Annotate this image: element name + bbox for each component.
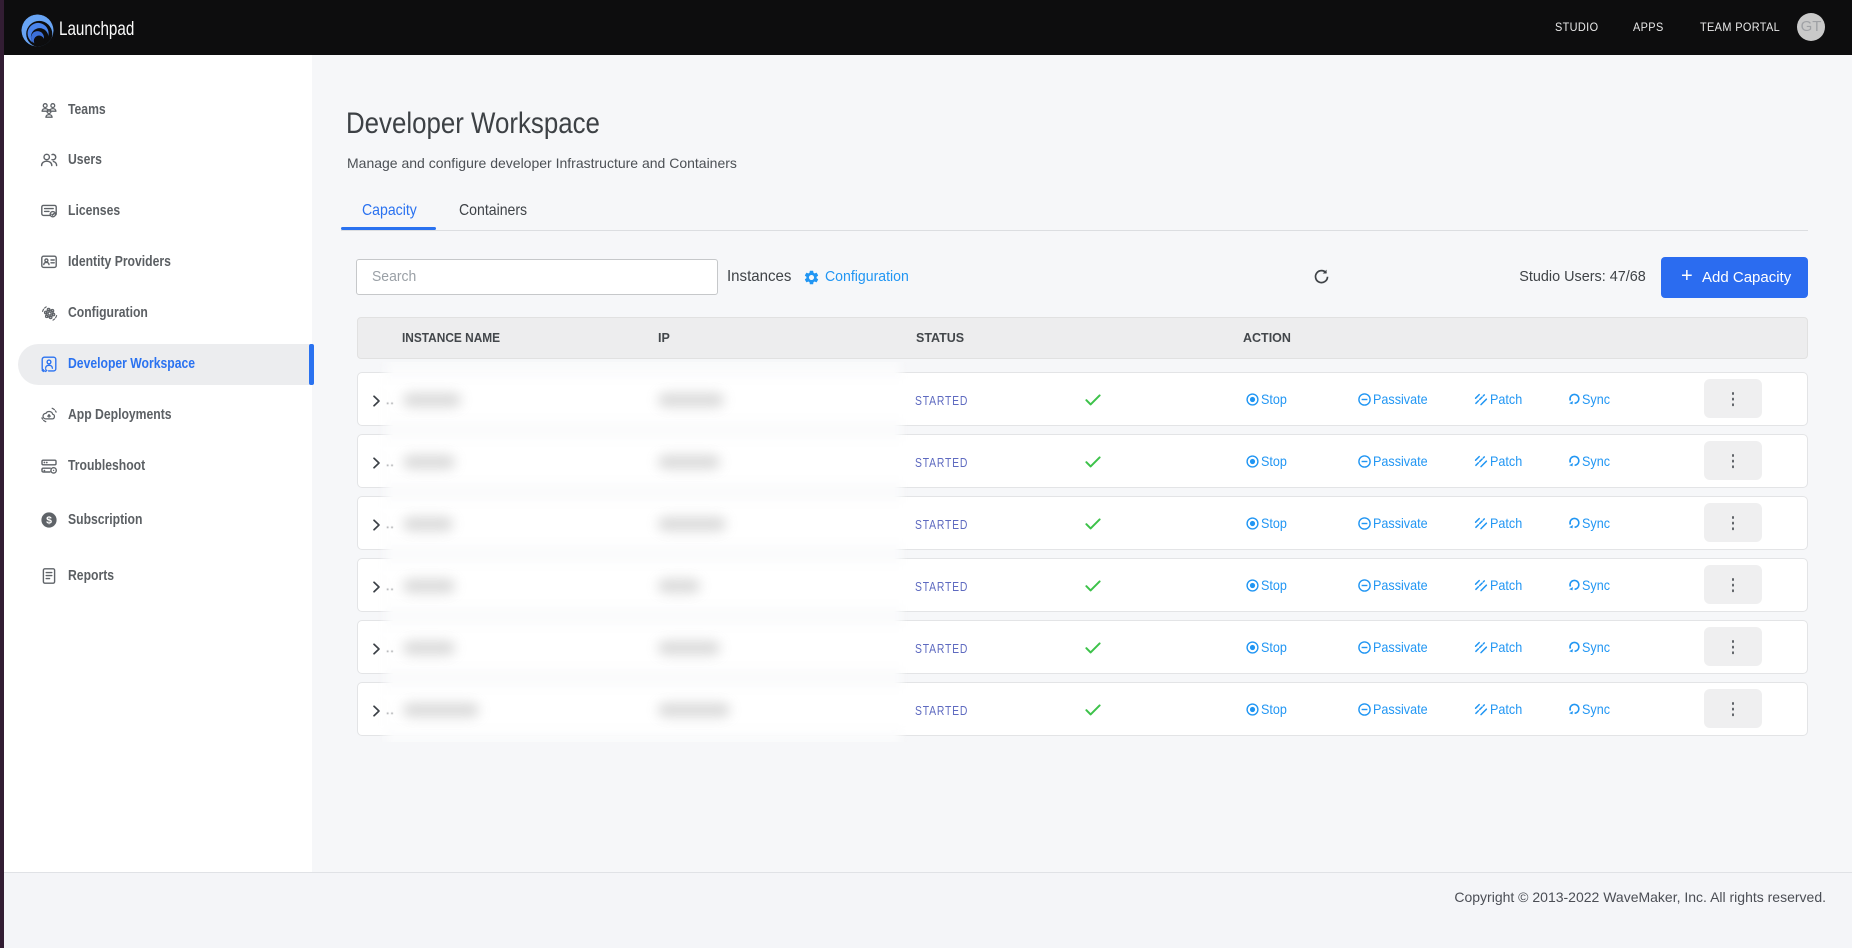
svg-text:$: $ xyxy=(46,514,52,526)
